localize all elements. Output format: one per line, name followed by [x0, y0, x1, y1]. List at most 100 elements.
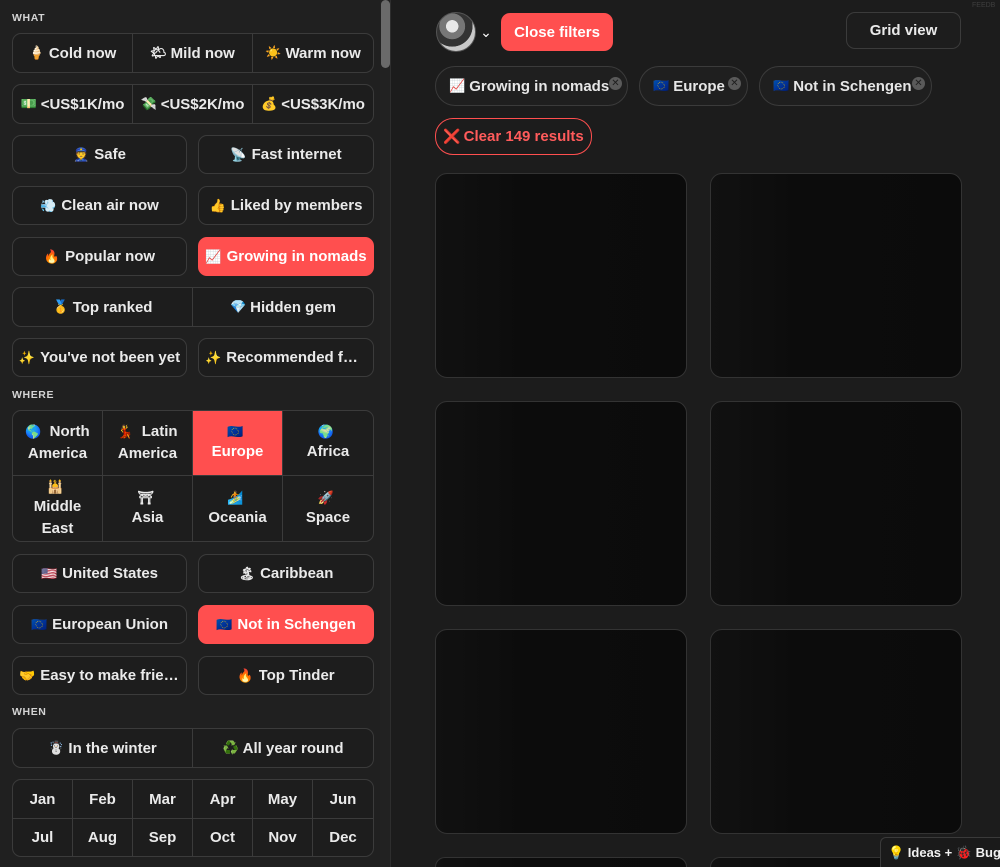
money-wings-icon: 💸 — [140, 96, 157, 111]
app-root: WHAT 🍦 Cold now 🌤 Mild now ☀️ Warm now 💵 <US… — [0, 0, 1000, 867]
avatar[interactable] — [436, 12, 476, 52]
filter-space[interactable]: 🚀 Space — [283, 476, 373, 541]
filter-recommended[interactable]: ✨ Recommended for... — [198, 338, 374, 377]
month-oct[interactable]: Oct — [193, 819, 253, 856]
month-dec[interactable]: Dec — [313, 819, 373, 856]
filter-not-been-yet[interactable]: ✨ You've not been yet — [12, 338, 187, 377]
section-title-when: WHEN — [12, 706, 47, 718]
corner-label: FEEDB — [972, 2, 996, 9]
gem-icon: 💎 — [229, 299, 247, 314]
filter-africa[interactable]: 🌍 Africa — [283, 411, 373, 476]
filter-sidebar: WHAT 🍦 Cold now 🌤 Mild now ☀️ Warm now 💵 <US… — [0, 0, 391, 867]
result-card[interactable] — [710, 401, 962, 606]
month-jul[interactable]: Jul — [13, 819, 73, 856]
sidebar-scrollbar[interactable] — [380, 0, 390, 867]
active-filter-chip-schengen[interactable]: 🇪🇺 Not in Schengen ✕ — [759, 66, 932, 106]
eu-flag-icon: 🇪🇺 — [653, 78, 670, 93]
filter-cost-2k[interactable]: 💸 <US$2K/mo — [133, 85, 253, 123]
result-card[interactable] — [435, 629, 687, 834]
sparkles-icon: ✨ — [18, 349, 36, 365]
filter-oceania[interactable]: 🏄 Oceania — [193, 476, 283, 541]
month-sep[interactable]: Sep — [133, 819, 193, 856]
mosque-icon: 🕌 — [47, 478, 64, 494]
fire-icon: 🔥 — [43, 248, 61, 264]
globe-africa-icon: 🌍 — [317, 424, 335, 439]
filter-north-america[interactable]: 🌎 North America — [13, 411, 103, 476]
money-bag-icon: 💰 — [261, 96, 278, 111]
month-apr[interactable]: Apr — [193, 780, 253, 819]
filter-caribbean[interactable]: 🏝 Caribbean — [198, 554, 374, 593]
close-icon[interactable]: ✕ — [609, 77, 622, 90]
recycle-icon: ♻️ — [222, 740, 239, 755]
active-filter-chip-growing[interactable]: 📈 Growing in nomads ✕ — [435, 66, 628, 106]
filter-not-in-schengen[interactable]: 🇪🇺 Not in Schengen — [198, 605, 374, 644]
filter-europe[interactable]: 🇪🇺 Europe — [193, 411, 283, 476]
continent-filter-group: 🌎 North America 💃 Latin America 🇪🇺 Europe 🌍… — [12, 410, 374, 542]
month-feb[interactable]: Feb — [73, 780, 133, 819]
chart-increasing-icon: 📈 — [205, 248, 222, 264]
sidebar-scrollbar-thumb[interactable] — [381, 0, 390, 68]
filter-all-year-round[interactable]: ♻️ All year round — [193, 729, 373, 767]
month-jan[interactable]: Jan — [13, 780, 73, 819]
filter-growing-in-nomads[interactable]: 📈 Growing in nomads — [198, 237, 374, 276]
filter-european-union[interactable]: 🇪🇺 European Union — [12, 605, 187, 644]
filter-latin-america[interactable]: 💃 Latin America — [103, 411, 193, 476]
filter-cost-3k[interactable]: 💰 <US$3K/mo — [253, 85, 373, 123]
filter-fast-internet[interactable]: 📡 Fast internet — [198, 135, 374, 174]
month-jun[interactable]: Jun — [313, 780, 373, 819]
season-filter-group: ☃️ In the winter ♻️ All year round — [12, 728, 374, 768]
dollar-bill-icon: 💵 — [20, 96, 37, 111]
filter-clean-air[interactable]: 💨 Clean air now — [12, 186, 187, 225]
satellite-icon: 📡 — [230, 146, 247, 162]
eu-flag-icon: 🇪🇺 — [773, 78, 790, 93]
grid-view-button[interactable]: Grid view — [846, 12, 961, 49]
month-filter-group: Jan Feb Mar Apr May Jun Jul Aug Sep Oct … — [12, 779, 374, 857]
handshake-icon: 🤝 — [19, 667, 36, 683]
chevron-down-icon[interactable]: ⌄ — [478, 22, 494, 42]
close-icon[interactable]: ✕ — [728, 77, 741, 90]
filter-top-tinder[interactable]: 🔥 Top Tinder — [198, 656, 374, 695]
section-title-what: WHAT — [12, 12, 46, 24]
rocket-icon: 🚀 — [317, 489, 335, 505]
month-nov[interactable]: Nov — [253, 819, 313, 856]
clear-results-button[interactable]: ❌ Clear 149 results — [435, 118, 592, 155]
result-card[interactable] — [710, 173, 962, 378]
result-card[interactable] — [435, 401, 687, 606]
dancer-icon: 💃 — [117, 424, 134, 439]
result-card[interactable] — [435, 857, 687, 867]
filter-cost-1k[interactable]: 💵 <US$1K/mo — [13, 85, 133, 123]
filter-safe[interactable]: 👮 Safe — [12, 135, 187, 174]
filter-mild-now[interactable]: 🌤 Mild now — [133, 34, 253, 72]
filter-middle-east[interactable]: 🕌 Middle East — [13, 476, 103, 541]
filter-united-states[interactable]: 🇺🇸 United States — [12, 554, 187, 593]
eu-flag-icon: 🇪🇺 — [227, 424, 244, 439]
snowman-icon: ☃️ — [48, 740, 65, 755]
ranking-filter-group: 🥇 Top ranked 💎 Hidden gem — [12, 287, 374, 327]
close-icon[interactable]: ✕ — [912, 77, 925, 90]
surfer-icon: 🏄 — [227, 489, 244, 505]
month-aug[interactable]: Aug — [73, 819, 133, 856]
cost-filter-group: 💵 <US$1K/mo 💸 <US$2K/mo 💰 <US$3K/mo — [12, 84, 374, 124]
gold-medal-icon: 🥇 — [52, 299, 69, 314]
close-filters-button[interactable]: Close filters — [501, 13, 613, 51]
filter-hidden-gem[interactable]: 💎 Hidden gem — [193, 288, 373, 326]
sun-icon: ☀️ — [265, 45, 282, 60]
filter-cold-now[interactable]: 🍦 Cold now — [13, 34, 133, 72]
result-card[interactable] — [435, 173, 687, 378]
active-filter-chip-europe[interactable]: 🇪🇺 Europe ✕ — [639, 66, 748, 106]
eu-flag-icon: 🇪🇺 — [30, 616, 48, 632]
feedback-button[interactable]: 💡 Ideas + 🐞 Bugs — [880, 837, 1000, 867]
month-mar[interactable]: Mar — [133, 780, 193, 819]
eu-flag-icon: 🇪🇺 — [216, 616, 233, 632]
filter-warm-now[interactable]: ☀️ Warm now — [253, 34, 373, 72]
result-card[interactable] — [710, 629, 962, 834]
filter-in-the-winter[interactable]: ☃️ In the winter — [13, 729, 193, 767]
filter-easy-to-make-friends[interactable]: 🤝 Easy to make frien... — [12, 656, 187, 695]
filter-top-ranked[interactable]: 🥇 Top ranked — [13, 288, 193, 326]
island-icon: 🏝 — [238, 565, 256, 581]
filter-liked-by-members[interactable]: 👍 Liked by members — [198, 186, 374, 225]
month-may[interactable]: May — [253, 780, 313, 819]
us-flag-icon: 🇺🇸 — [40, 565, 58, 581]
filter-asia[interactable]: ⛩ Asia — [103, 476, 193, 541]
filter-popular-now[interactable]: 🔥 Popular now — [12, 237, 187, 276]
